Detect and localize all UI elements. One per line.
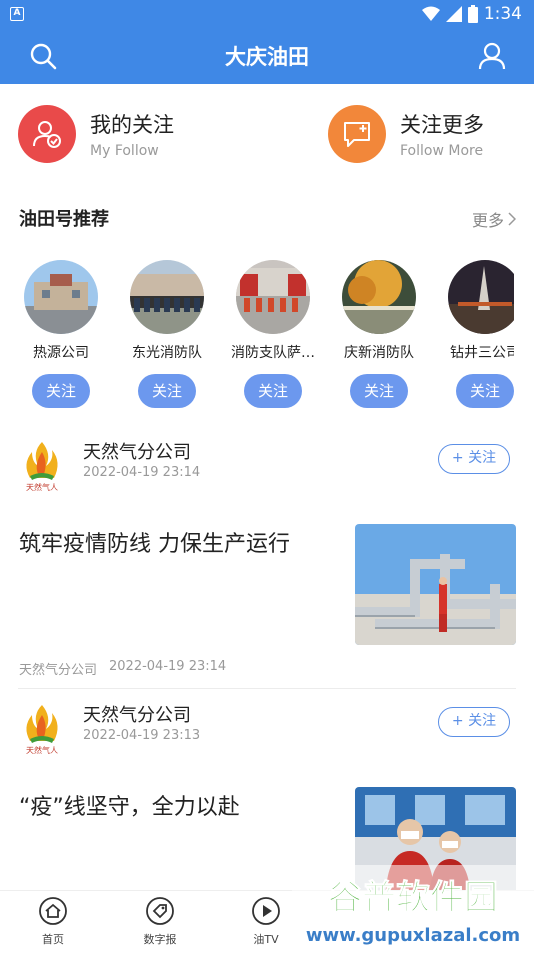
avatar [236, 260, 310, 334]
follow-more-subtitle: Follow More [400, 143, 484, 159]
home-icon [39, 897, 67, 925]
recommend-list: 热源公司 关注 东光消防队 关注 消防支队萨… 关注 庆新消防队 关注 钻井三公… [24, 260, 514, 420]
recommend-name: 庆新消防队 [344, 345, 414, 361]
recommend-item[interactable]: 钻井三公司 关注 [440, 260, 514, 408]
recommend-item[interactable]: 热源公司 关注 [24, 260, 106, 408]
source-logo-icon: 天然气人 [26, 442, 58, 492]
source-time: 2022-04-19 23:13 [83, 728, 201, 743]
meta-source: 天然气分公司 [19, 663, 98, 678]
news-post[interactable]: 天然气人 天然气分公司 2022-04-19 23:14 + 关注 筑牢疫情防线… [0, 436, 534, 691]
tab-oil-tv[interactable]: 油TV [236, 897, 296, 947]
avatar [130, 260, 204, 334]
avatar [342, 260, 416, 334]
recommend-item[interactable]: 消防支队萨… 关注 [228, 260, 318, 408]
app-title: 大庆油田 [225, 45, 309, 69]
follow-more-icon [328, 105, 386, 163]
logo-text: 天然气人 [26, 482, 58, 492]
follow-more-title: 关注更多 [400, 113, 484, 137]
tab-home[interactable]: 首页 [23, 897, 83, 947]
post-header: 天然气人 天然气分公司 2022-04-19 23:13 + 关注 [18, 699, 518, 759]
post-meta: 天然气分公司 2022-04-19 23:14 [19, 659, 226, 678]
recommend-item[interactable]: 庆新消防队 关注 [334, 260, 424, 408]
follow-more-entry[interactable]: 关注更多 Follow More [328, 105, 484, 163]
post-headline[interactable]: “疫”线坚守，全力以赴 [19, 789, 339, 821]
recommend-name: 消防支队萨… [231, 345, 315, 361]
recommend-follow-button[interactable]: 关注 [138, 374, 196, 408]
source-logo-icon: 天然气人 [26, 705, 58, 755]
follow-button[interactable]: + 关注 [438, 707, 510, 737]
tab-digital-paper[interactable]: 数字报 [130, 897, 190, 947]
tab-label: 首页 [42, 933, 64, 946]
divider [18, 688, 516, 689]
follow-button[interactable]: + 关注 [438, 444, 510, 474]
status-right: 1:34 [421, 4, 522, 24]
meta-time: 2022-04-19 23:14 [109, 659, 227, 674]
tab-label: 油TV [253, 933, 279, 946]
recommend-follow-button[interactable]: 关注 [350, 374, 408, 408]
recommend-name: 东光消防队 [132, 345, 202, 361]
post-headline[interactable]: 筑牢疫情防线 力保生产运行 [19, 526, 339, 558]
chevron-right-icon [508, 212, 516, 226]
watermark-title: 谷普软件园 [328, 878, 498, 918]
watermark: 谷普软件园 www.gupuxlazal.com [292, 865, 534, 950]
recommend-title: 油田号推荐 [19, 209, 109, 230]
my-follow-icon [18, 105, 76, 163]
follow-row: 我的关注 My Follow 关注更多 Follow More [0, 100, 534, 170]
recommend-name: 热源公司 [33, 345, 89, 361]
recommend-follow-button[interactable]: 关注 [244, 374, 302, 408]
source-name: 天然气分公司 [83, 442, 191, 463]
recommend-follow-button[interactable]: 关注 [32, 374, 90, 408]
recommend-more-label: 更多 [471, 211, 504, 230]
signal-icon [445, 6, 462, 22]
recommend-follow-button[interactable]: 关注 [456, 374, 514, 408]
user-profile-icon[interactable] [477, 41, 507, 71]
play-icon [252, 897, 280, 925]
tab-label: 数字报 [143, 933, 177, 946]
status-time: 1:34 [483, 4, 522, 24]
notification-indicator-icon: A [10, 7, 24, 21]
app-bar: 大庆油田 [0, 28, 534, 84]
recommend-item[interactable]: 东光消防队 关注 [122, 260, 212, 408]
status-bar: A 1:34 [0, 0, 534, 28]
my-follow-subtitle: My Follow [90, 143, 159, 159]
source-time: 2022-04-19 23:14 [83, 465, 201, 480]
post-thumbnail[interactable] [355, 524, 516, 645]
my-follow-title: 我的关注 [90, 113, 174, 137]
tag-icon [146, 897, 174, 925]
recommend-more-link[interactable]: 更多 [472, 207, 516, 231]
avatar [24, 260, 98, 334]
watermark-url: www.gupuxlazal.com [306, 925, 520, 946]
battery-icon [467, 5, 478, 23]
wifi-icon [421, 6, 440, 21]
source-name: 天然气分公司 [83, 705, 191, 726]
logo-text: 天然气人 [26, 745, 58, 755]
avatar [448, 260, 514, 334]
recommend-name: 钻井三公司 [450, 345, 514, 361]
news-post[interactable]: 天然气人 天然气分公司 2022-04-19 23:13 + 关注 “疫”线坚守… [0, 699, 534, 890]
my-follow-entry[interactable]: 我的关注 My Follow [18, 105, 174, 163]
post-header: 天然气人 天然气分公司 2022-04-19 23:14 + 关注 [18, 436, 518, 496]
